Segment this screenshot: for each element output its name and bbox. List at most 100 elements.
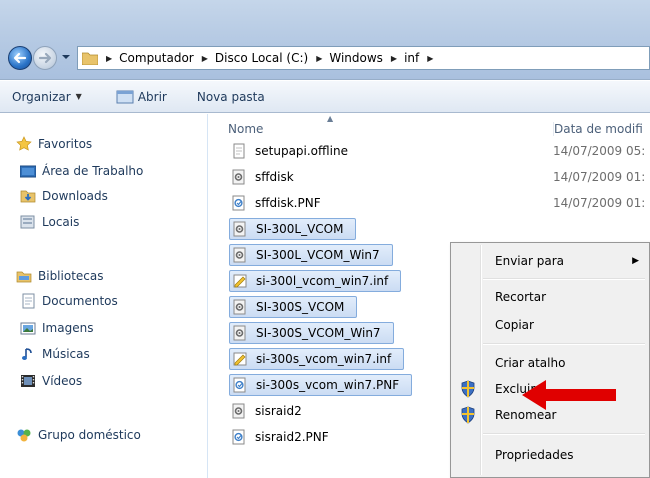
inf-file-icon [233,352,247,366]
config-file-icon [232,403,245,419]
menu-item-copiar[interactable]: Copiar [453,313,647,337]
address-bar-region: ▶ Computador ▶ Disco Local (C:) ▶ Window… [0,0,650,80]
inf-file-icon [233,274,247,288]
menu-item-label: Recortar [495,290,547,304]
nav-item-favoritos[interactable]: Favoritos [16,134,92,154]
nav-item-musicas[interactable]: Músicas [20,344,90,364]
menu-item-label: Copiar [495,318,534,332]
nova-pasta-label: Nova pasta [196,89,265,104]
command-bar: Organizar ▼ Abrir Nova pasta [0,81,650,113]
file-name-cell[interactable]: SI-300L_VCOM_Win7 [229,244,393,266]
file-name-cell[interactable]: SI-300S_VCOM [229,296,358,318]
breadcrumb-inf[interactable]: inf [404,51,419,65]
nav-label: Imagens [42,321,94,335]
file-row[interactable]: setupapi.offline 14/07/2009 05: [219,140,649,162]
uac-shield-icon [461,406,475,424]
config-file-icon [232,169,245,185]
file-name: sffdisk.PNF [255,196,321,210]
downloads-folder-icon [20,190,36,203]
nav-label: Músicas [42,347,90,361]
navigation-pane: Favoritos Área de Trabalho Downloads Loc… [0,114,208,478]
abrir-label: Abrir [137,89,167,104]
pnf-file-icon [233,377,246,393]
config-file-icon [233,325,246,341]
nav-label: Favoritos [38,137,93,151]
abrir-button[interactable]: Abrir [116,90,167,104]
nav-item-grupo-domestico[interactable]: Grupo doméstico [16,425,141,445]
nav-item-documentos[interactable]: Documentos [20,291,118,311]
back-arrow-icon [13,52,27,64]
breadcrumb-separator-icon[interactable]: ▶ [202,54,208,63]
file-name: si-300s_vcom_win7.PNF [256,378,400,392]
file-name: sffdisk [255,170,294,184]
pnf-file-icon [232,429,245,445]
nova-pasta-button[interactable]: Nova pasta [197,90,265,104]
nav-item-downloads[interactable]: Downloads [20,186,108,206]
nav-item-area-de-trabalho[interactable]: Área de Trabalho [20,161,143,181]
menu-item-enviar-para[interactable]: Enviar para ▶ [453,249,647,273]
menu-separator [483,343,645,345]
file-name-cell[interactable]: sffdisk.PNF [229,192,333,214]
recent-pages-dropdown-icon[interactable] [61,52,71,62]
star-icon [16,136,32,151]
red-annotation-arrow-icon [522,380,616,410]
file-name-cell[interactable]: SI-300S_VCOM_Win7 [229,322,394,344]
file-name: SI-300L_VCOM [256,222,344,236]
config-file-icon [233,221,246,237]
column-header-bar: ▲ Nome Data de modifi [209,114,650,138]
video-film-icon [21,375,35,387]
nav-item-imagens[interactable]: Imagens [20,318,93,338]
column-header-date[interactable]: Data de modifi [553,122,643,136]
menu-item-propriedades[interactable]: Propriedades [453,443,647,467]
nav-label: Bibliotecas [38,269,104,283]
nav-label: Downloads [42,189,108,203]
file-row[interactable]: sffdisk.PNF 14/07/2009 01: [219,192,649,214]
menu-separator [483,433,645,435]
file-name-cell[interactable]: setupapi.offline [229,140,360,162]
file-name-cell[interactable]: sisraid2.PNF [229,426,341,448]
folder-icon [82,52,98,65]
column-header-name[interactable]: Nome [228,122,263,136]
uac-shield-icon [461,380,475,398]
breadcrumb-windows[interactable]: Windows [329,51,383,65]
homegroup-icon [17,429,31,442]
file-name-cell[interactable]: sisraid2 [229,400,314,422]
breadcrumb-computador[interactable]: Computador [119,51,194,65]
file-date: 14/07/2009 01: [553,170,646,184]
file-name-cell[interactable]: si-300s_vcom_win7.inf [229,348,405,370]
file-row[interactable]: SI-300L_VCOM [219,218,649,240]
file-name-cell[interactable]: sffdisk [229,166,306,188]
forward-button[interactable] [33,46,57,70]
pictures-icon [20,322,36,335]
file-row[interactable]: sffdisk 14/07/2009 01: [219,166,649,188]
recent-places-icon [20,215,35,229]
breadcrumb-separator-icon[interactable]: ▶ [427,54,433,63]
organizar-button[interactable]: Organizar ▼ [12,90,82,104]
back-button[interactable] [8,46,32,70]
address-box[interactable]: ▶ Computador ▶ Disco Local (C:) ▶ Window… [77,46,650,70]
nav-item-locais[interactable]: Locais [20,212,79,232]
menu-separator [483,278,645,280]
generic-file-icon [233,143,245,159]
breadcrumb-separator-icon[interactable]: ▶ [106,54,112,63]
config-file-icon [233,299,246,315]
file-name-cell[interactable]: SI-300L_VCOM [229,218,357,240]
file-name: SI-300S_VCOM [256,300,345,314]
chevron-down-icon: ▼ [75,92,82,101]
nav-item-videos[interactable]: Vídeos [20,371,82,391]
breadcrumb-separator-icon[interactable]: ▶ [391,54,397,63]
menu-item-criar-atalho[interactable]: Criar atalho [453,351,647,375]
file-name-cell[interactable]: si-300s_vcom_win7.PNF [229,374,413,396]
sort-ascending-icon: ▲ [327,114,334,123]
file-name: SI-300L_VCOM_Win7 [256,248,380,262]
file-date: 14/07/2009 05: [553,144,646,158]
nav-item-bibliotecas[interactable]: Bibliotecas [16,266,103,286]
libraries-icon [16,271,32,283]
breadcrumb-disco-local[interactable]: Disco Local (C:) [215,51,308,65]
file-name-cell[interactable]: si-300l_vcom_win7.inf [229,270,402,292]
desktop-icon [20,165,36,178]
music-note-icon [22,348,32,360]
breadcrumb-separator-icon[interactable]: ▶ [316,54,322,63]
menu-item-label: Propriedades [495,448,574,462]
menu-item-recortar[interactable]: Recortar [453,285,647,309]
